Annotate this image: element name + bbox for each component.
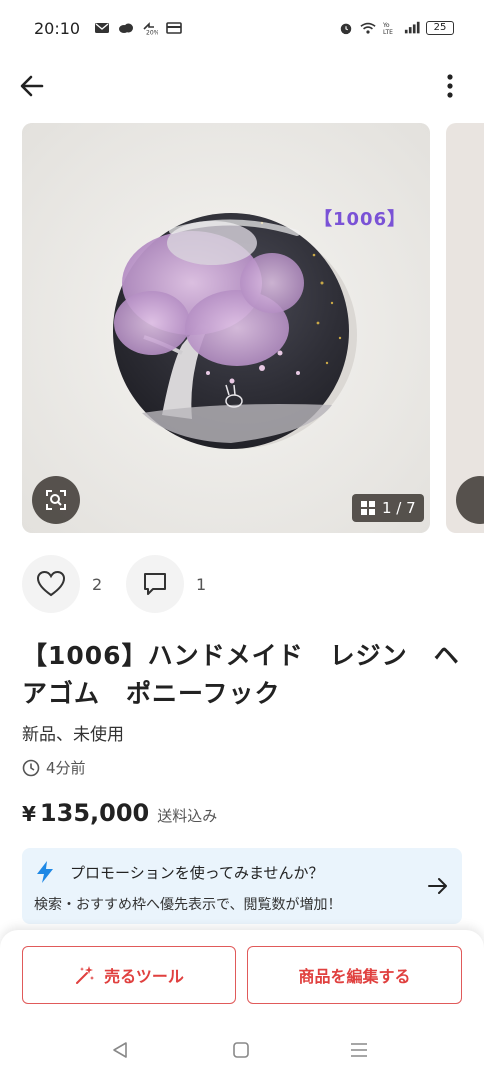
item-title: 【1006】ハンドメイド レジン ヘアゴム ポニーフック bbox=[22, 641, 460, 708]
price-row: ¥ 135,000 送料込み bbox=[22, 799, 217, 827]
comment-count: 1 bbox=[196, 574, 207, 594]
posted-time-text: 4分前 bbox=[46, 759, 86, 777]
arrow-left-icon[interactable] bbox=[16, 70, 48, 102]
photo-counter-text: 1 / 7 bbox=[382, 499, 416, 517]
sparkle-wand-icon bbox=[76, 966, 95, 984]
arrow-right-icon[interactable] bbox=[426, 874, 450, 898]
heart-icon bbox=[36, 570, 66, 597]
edit-item-label: 商品を編集する bbox=[298, 967, 411, 986]
status-bar: 20:10 20% YoLTE 25 bbox=[0, 0, 484, 56]
svg-text:LTE: LTE bbox=[383, 29, 393, 35]
lightning-icon bbox=[37, 861, 53, 883]
sell-tool-label: 売るツール bbox=[104, 967, 184, 986]
price-currency: ¥ bbox=[22, 802, 36, 826]
signal-icon bbox=[404, 21, 420, 34]
like-button[interactable] bbox=[22, 555, 80, 613]
svg-text:Yo: Yo bbox=[382, 22, 390, 29]
grid-icon bbox=[361, 501, 375, 515]
item-condition: 新品、未使用 bbox=[22, 725, 124, 745]
home-square-icon[interactable] bbox=[229, 1040, 253, 1060]
top-nav bbox=[0, 60, 484, 112]
wallet-icon bbox=[166, 22, 182, 34]
system-icons: Yo LTE 25 bbox=[338, 21, 454, 35]
svg-text:20%: 20% bbox=[146, 30, 158, 36]
menu-lines-icon[interactable] bbox=[347, 1040, 371, 1060]
clock-icon bbox=[22, 759, 40, 776]
promotion-title: プロモーションを使ってみませんか？ bbox=[70, 864, 324, 882]
resin-ornament-image bbox=[22, 123, 430, 533]
promotion-body: 検索・おすすめ枠へ優先表示で、閲覧数が増加！ bbox=[34, 897, 342, 913]
volte-icon: YoLTE bbox=[382, 22, 393, 35]
photo-counter: 1 / 7 bbox=[352, 494, 424, 522]
reactions: 2 1 bbox=[22, 555, 226, 613]
comment-button[interactable] bbox=[126, 555, 184, 613]
image-search-icon-next[interactable] bbox=[456, 476, 484, 524]
promotion-banner[interactable]: プロモーションを使ってみませんか？ 検索・おすすめ枠へ優先表示で、閲覧数が増加！ bbox=[22, 848, 462, 924]
image-search-icon[interactable] bbox=[32, 476, 80, 524]
edit-item-button[interactable]: 商品を編集する bbox=[247, 946, 462, 1004]
status-time: 20:10 bbox=[34, 18, 81, 38]
like-count: 2 bbox=[92, 574, 103, 594]
back-triangle-icon[interactable] bbox=[108, 1040, 132, 1060]
image-carousel[interactable]: 【1006】 1 / 7 bbox=[22, 123, 484, 533]
data-saver-icon: 20% bbox=[143, 22, 158, 36]
more-vertical-icon[interactable] bbox=[434, 70, 466, 102]
alarm-icon bbox=[340, 23, 352, 35]
posted-time: 4分前 bbox=[22, 757, 86, 778]
notification-icons: 20% bbox=[94, 21, 182, 35]
cloud-icon bbox=[119, 23, 134, 33]
comment-icon bbox=[144, 573, 166, 595]
shipping-label: 送料込み bbox=[157, 807, 218, 825]
next-product-photo[interactable] bbox=[446, 123, 484, 533]
battery-icon: 25 bbox=[426, 21, 454, 35]
price: 135,000 bbox=[39, 799, 150, 827]
product-photo[interactable]: 【1006】 1 / 7 bbox=[22, 123, 430, 533]
photo-tag-text: 【1006】 bbox=[314, 209, 407, 230]
wifi-icon bbox=[360, 22, 376, 34]
mail-icon bbox=[95, 23, 110, 33]
sell-tool-button[interactable]: 売るツール bbox=[22, 946, 236, 1004]
system-nav-bar bbox=[0, 1030, 484, 1070]
